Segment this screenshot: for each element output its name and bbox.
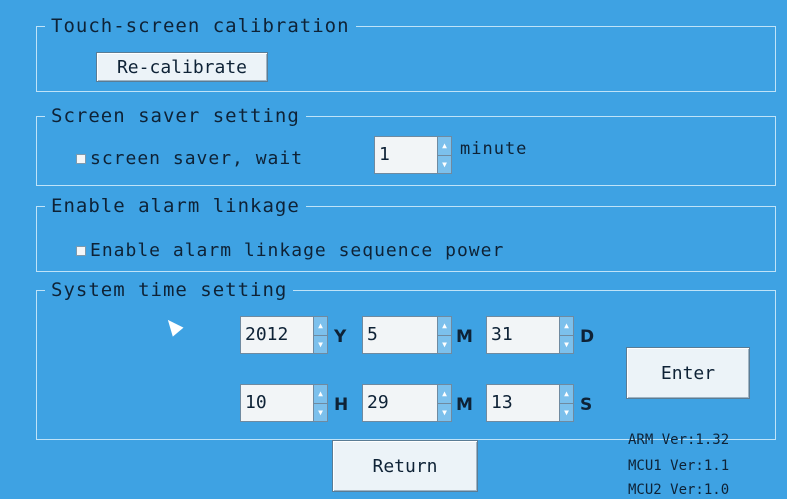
spin-down-icon[interactable]: ▼ [314,403,327,421]
alarm-checkbox[interactable] [76,246,86,256]
spin-down-icon[interactable]: ▼ [438,335,451,353]
minute-value[interactable]: 29 [363,385,437,421]
hour-unit: H [334,395,349,415]
screensaver-checkbox-row[interactable]: screen saver, wait [76,148,303,169]
year-value[interactable]: 2012 [241,317,313,353]
second-unit: S [580,395,593,415]
spin-up-icon[interactable]: ▲ [438,317,451,336]
time-legend: System time setting [51,279,288,301]
month-unit: M [456,327,473,347]
alarm-checkbox-row[interactable]: Enable alarm linkage sequence power [76,240,504,261]
return-button[interactable]: Return [332,440,478,492]
spin-down-icon[interactable]: ▼ [438,155,451,173]
year-spinner[interactable]: 2012 ▲ ▼ [240,316,328,354]
hour-spinner[interactable]: 10 ▲ ▼ [240,384,328,422]
alarm-legend: Enable alarm linkage [51,195,300,217]
recalibrate-button[interactable]: Re-calibrate [96,52,268,82]
alarm-checkbox-label: Enable alarm linkage sequence power [90,240,505,261]
mcu2-version: MCU2 Ver:1.0 [628,482,730,498]
second-spinner[interactable]: 13 ▲ ▼ [486,384,574,422]
day-value[interactable]: 31 [487,317,559,353]
calibration-legend: Touch-screen calibration [51,15,350,37]
spin-down-icon[interactable]: ▼ [560,335,573,353]
spin-up-icon[interactable]: ▲ [314,317,327,336]
minute-unit: M [456,395,473,415]
settings-screen: Touch-screen calibration Re-calibrate Sc… [0,0,787,499]
month-value[interactable]: 5 [363,317,437,353]
screensaver-legend: Screen saver setting [51,105,300,127]
spin-down-icon[interactable]: ▼ [438,403,451,421]
day-spinner[interactable]: 31 ▲ ▼ [486,316,574,354]
mcu1-version: MCU1 Ver:1.1 [628,458,730,474]
arm-version: ARM Ver:1.32 [628,432,730,448]
minute-spinner[interactable]: 29 ▲ ▼ [362,384,452,422]
second-value[interactable]: 13 [487,385,559,421]
spin-up-icon[interactable]: ▲ [314,385,327,404]
spin-down-icon[interactable]: ▼ [314,335,327,353]
screensaver-wait-spinner[interactable]: 1 ▲ ▼ [374,136,452,174]
month-spinner[interactable]: 5 ▲ ▼ [362,316,452,354]
enter-button[interactable]: Enter [626,347,750,399]
screensaver-checkbox-label: screen saver, wait [90,148,304,169]
day-unit: D [580,327,595,347]
spin-up-icon[interactable]: ▲ [438,137,451,156]
screensaver-checkbox[interactable] [76,154,86,164]
screensaver-wait-value[interactable]: 1 [375,137,437,173]
spin-up-icon[interactable]: ▲ [438,385,451,404]
spin-up-icon[interactable]: ▲ [560,317,573,336]
year-unit: Y [334,327,347,347]
spin-down-icon[interactable]: ▼ [560,403,573,421]
spin-up-icon[interactable]: ▲ [560,385,573,404]
hour-value[interactable]: 10 [241,385,313,421]
screensaver-unit: minute [460,139,528,159]
